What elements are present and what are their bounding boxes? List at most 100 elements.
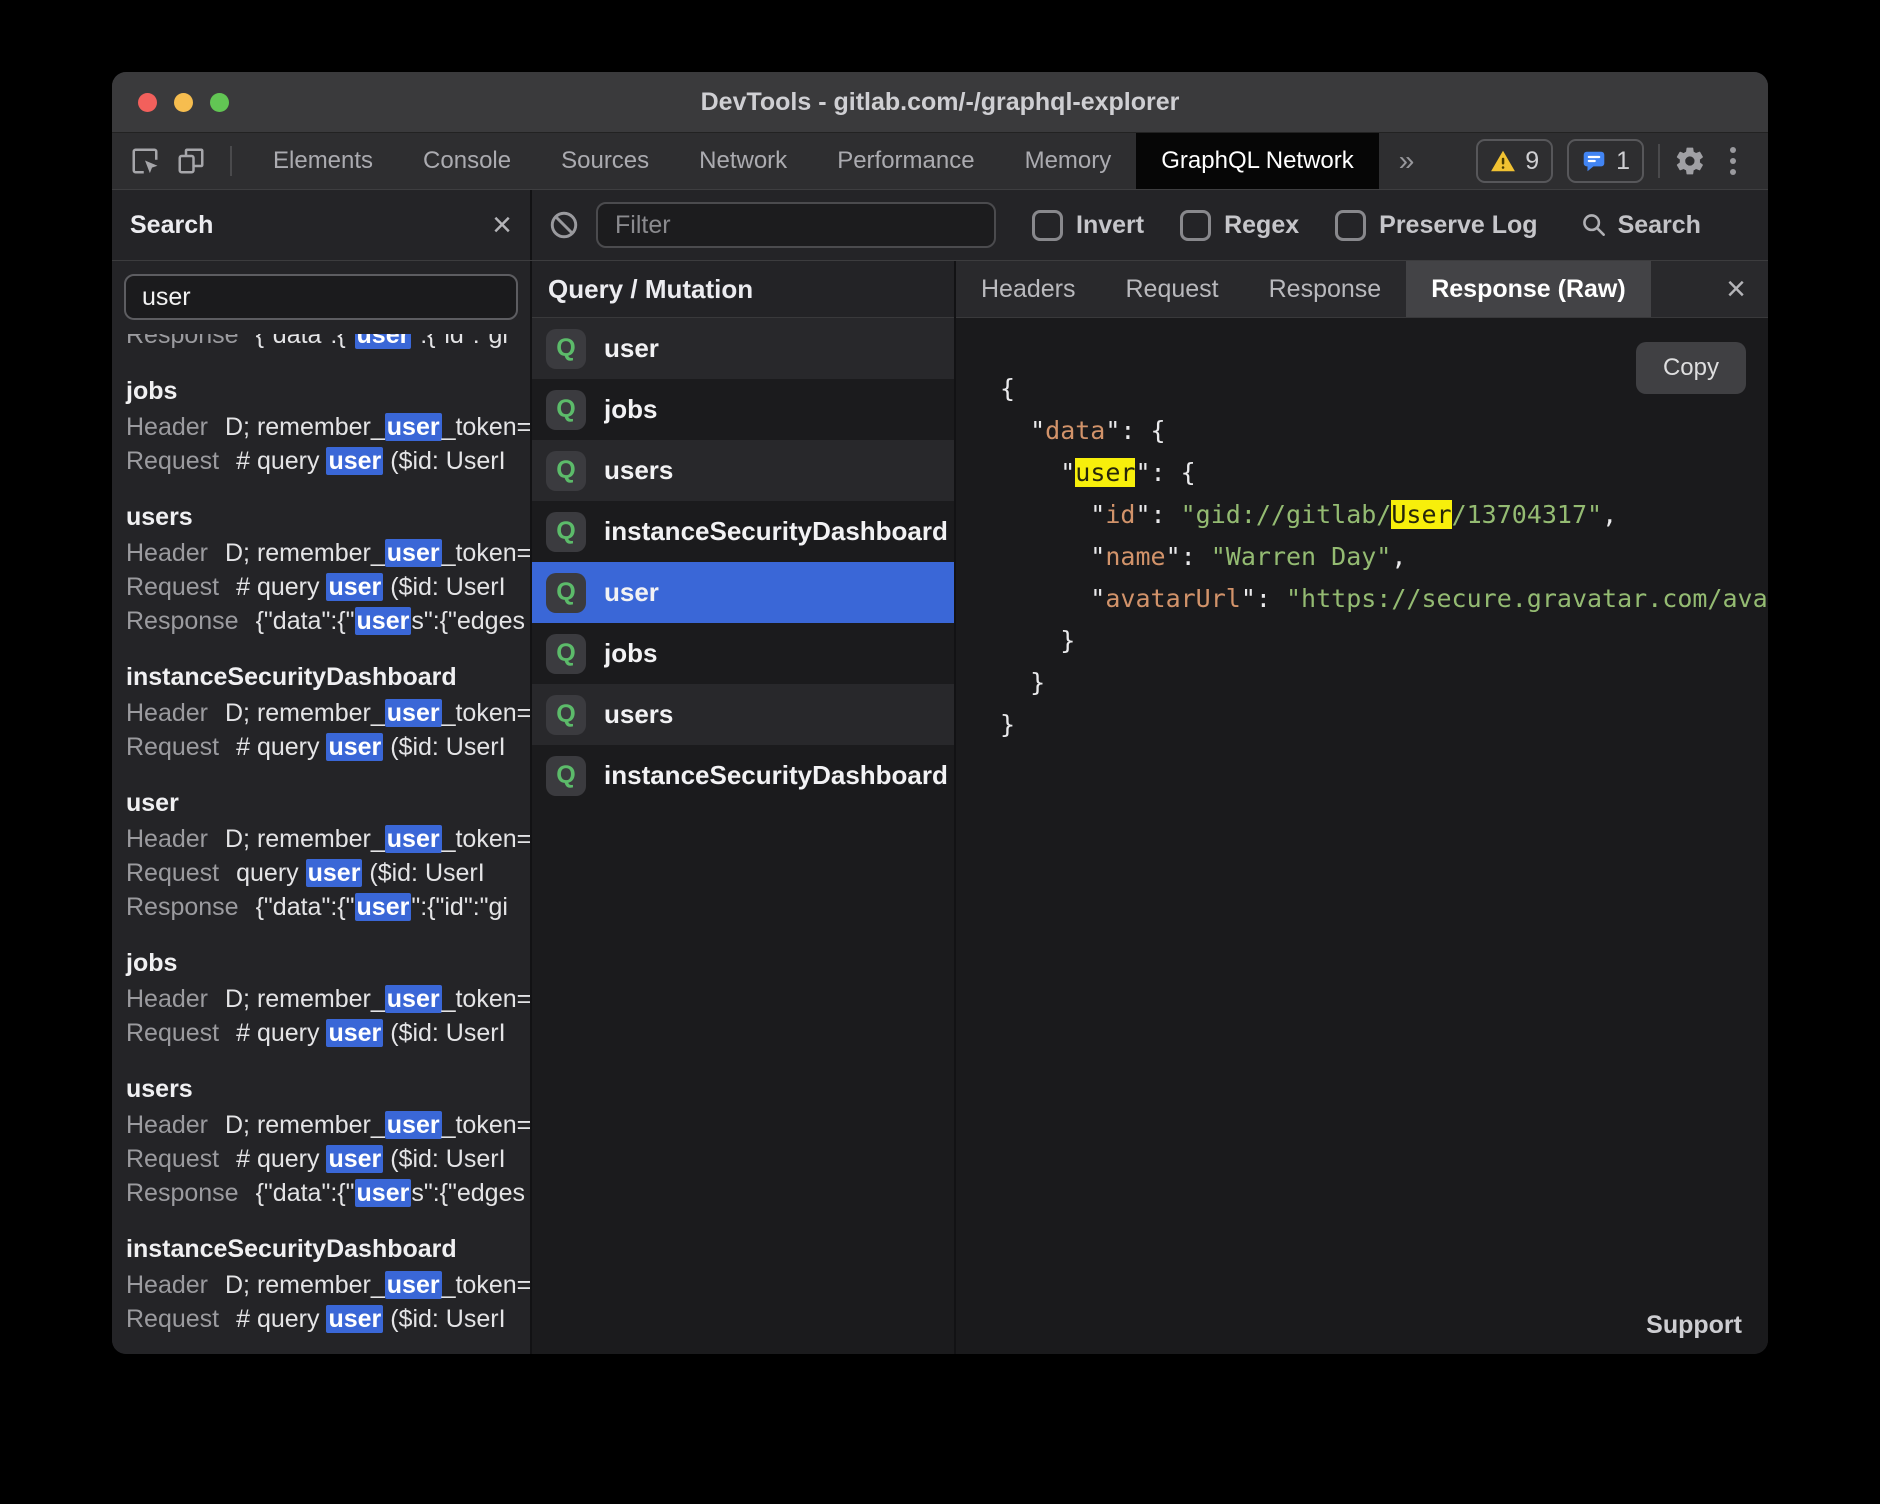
query-type-icon: Q (546, 512, 586, 552)
search-result-line[interactable]: Response{"data":{"user":{"id":"gi (126, 334, 530, 352)
settings-gear-icon[interactable] (1674, 145, 1706, 177)
search-result-line[interactable]: HeaderD; remember_user_token=e (126, 410, 530, 444)
query-list-item[interactable]: Quser (532, 318, 954, 379)
query-type-icon: Q (546, 756, 586, 796)
search-result-line[interactable]: HeaderD; remember_user_token=e (126, 982, 530, 1016)
devtools-tab-network[interactable]: Network (674, 133, 812, 189)
tabbar-right-controls: 9 1 (1476, 133, 1768, 189)
minimize-window-button[interactable] (174, 93, 193, 112)
response-json: { "data": { "user": { "id": "gid://gitla… (1000, 368, 1768, 746)
detail-tab-response-raw[interactable]: Response (Raw) (1406, 261, 1650, 317)
search-match-highlight: user (326, 1019, 383, 1047)
search-result-line[interactable]: Header D; remember_user_token=e (126, 1268, 530, 1302)
search-result-line[interactable]: Request# query user ($id: UserI (126, 570, 530, 604)
search-result-line[interactable]: Request# query user ($id: UserI (126, 1302, 530, 1336)
query-list-item[interactable]: QinstanceSecurityDashboard (532, 745, 954, 806)
search-result-kind: Header (126, 1271, 208, 1299)
search-result-kind: Header (126, 825, 208, 853)
devtools-window: DevTools - gitlab.com/-/graphql-explorer… (112, 72, 1768, 1354)
detail-tabbar: HeadersRequestResponseResponse (Raw) × (956, 261, 1768, 318)
checkbox-box-preserve-log (1335, 210, 1366, 241)
search-result-line[interactable]: Response{"data":{"user":{"id":"gi (126, 890, 530, 924)
query-name: user (604, 333, 659, 364)
search-result-line[interactable]: Response{"data":{"users":{"edges (126, 604, 530, 638)
detail-tab-headers[interactable]: Headers (956, 261, 1101, 317)
copy-button[interactable]: Copy (1636, 342, 1746, 394)
search-result-value: D; remember_user_token=e (225, 985, 530, 1013)
query-list-item[interactable]: Qusers (532, 440, 954, 501)
query-name: instanceSecurityDashboard (604, 760, 948, 791)
search-result-line[interactable]: HeaderD; remember_user_token=e (126, 1108, 530, 1142)
search-close-icon[interactable]: × (492, 208, 512, 242)
close-window-button[interactable] (138, 93, 157, 112)
network-filter-bar: Invert Regex Preserve Log Search (532, 190, 1768, 260)
devtools-tab-performance[interactable]: Performance (812, 133, 999, 189)
window-title: DevTools - gitlab.com/-/graphql-explorer (701, 88, 1180, 117)
query-list-item[interactable]: Quser (532, 562, 954, 623)
search-match-highlight: user (385, 985, 442, 1013)
search-result-line[interactable]: Request# query user ($id: UserI (126, 730, 530, 764)
toolbar-divider (230, 146, 232, 176)
zoom-window-button[interactable] (210, 93, 229, 112)
filter-input[interactable] (596, 202, 996, 248)
search-result-kind: Response (126, 893, 239, 921)
devtools-tab-elements[interactable]: Elements (248, 133, 398, 189)
devtools-tab-memory[interactable]: Memory (1000, 133, 1137, 189)
device-toolbar-icon[interactable] (176, 146, 206, 176)
messages-badge[interactable]: 1 (1567, 139, 1644, 183)
devtools-tab-console[interactable]: Console (398, 133, 536, 189)
inspect-element-icon[interactable] (130, 146, 160, 176)
search-result-heading: users (126, 1070, 530, 1108)
more-tabs-chevron-icon[interactable]: » (1379, 133, 1435, 189)
clear-block-icon[interactable] (548, 209, 580, 241)
network-search-control[interactable]: Search (1580, 211, 1701, 240)
more-options-kebab-icon[interactable] (1720, 143, 1746, 179)
search-result-line[interactable]: Requestquery user ($id: UserI (126, 856, 530, 890)
search-input-wrap (112, 261, 530, 334)
query-list-item[interactable]: Qjobs (532, 379, 954, 440)
query-list: QuserQjobsQusersQinstanceSecurityDashboa… (532, 318, 954, 806)
search-panel-title: Search (130, 211, 213, 240)
detail-tab-response[interactable]: Response (1244, 261, 1407, 317)
search-match-highlight: user (385, 539, 442, 567)
search-match-highlight: user (355, 334, 412, 349)
support-link[interactable]: Support (1646, 1311, 1742, 1340)
checkbox-regex[interactable]: Regex (1180, 210, 1299, 241)
checkbox-invert[interactable]: Invert (1032, 210, 1144, 241)
query-list-item[interactable]: Qusers (532, 684, 954, 745)
search-result-line[interactable]: Request# query user ($id: UserI (126, 1016, 530, 1050)
search-match-highlight: user (385, 699, 442, 727)
search-result-line[interactable]: HeaderD; remember_user_token=e (126, 696, 530, 730)
search-match-highlight: user (385, 1271, 442, 1299)
search-result-line[interactable]: HeaderD; remember_user_token=e (126, 536, 530, 570)
search-match-highlight: user (326, 573, 383, 601)
checkbox-preserve-log[interactable]: Preserve Log (1335, 210, 1537, 241)
search-result-kind: Header (126, 699, 208, 727)
search-result-heading: user (126, 784, 530, 822)
query-list-item[interactable]: Qjobs (532, 623, 954, 684)
search-result-line[interactable]: HeaderD; remember_user_token=e (126, 822, 530, 856)
checkbox-label: Invert (1076, 211, 1144, 240)
search-result-value: {"data":{"users":{"edges (256, 607, 525, 635)
json-line: "id": "gid://gitlab/User/13704317", (1000, 494, 1768, 536)
search-result-line[interactable]: Request# query user ($id: UserI (126, 444, 530, 478)
search-result-heading: jobs (126, 944, 530, 982)
detail-tabs: HeadersRequestResponseResponse (Raw) (956, 261, 1651, 317)
search-match-highlight: user (306, 859, 363, 887)
detail-tab-request[interactable]: Request (1101, 261, 1244, 317)
warning-count: 9 (1525, 147, 1539, 176)
warnings-badge[interactable]: 9 (1476, 139, 1553, 183)
search-result-value: # query user ($id: UserI (236, 573, 505, 601)
detail-close-icon[interactable]: × (1726, 272, 1746, 306)
detail-panel: HeadersRequestResponseResponse (Raw) × C… (956, 261, 1768, 1354)
search-result-value: D; remember_user_token=e (225, 1271, 530, 1299)
query-list-item[interactable]: QinstanceSecurityDashboard (532, 501, 954, 562)
devtools-tab-sources[interactable]: Sources (536, 133, 674, 189)
search-result-line[interactable]: Request# query user ($id: UserI (126, 1142, 530, 1176)
search-input[interactable] (124, 274, 518, 320)
search-result-heading: users (126, 498, 530, 536)
devtools-tab-graphql-network[interactable]: GraphQL Network (1136, 133, 1379, 189)
search-result-line[interactable]: Response{"data":{"users":{"edges (126, 1176, 530, 1210)
search-result-kind: Request (126, 1019, 219, 1047)
search-match-highlight: user (326, 447, 383, 475)
